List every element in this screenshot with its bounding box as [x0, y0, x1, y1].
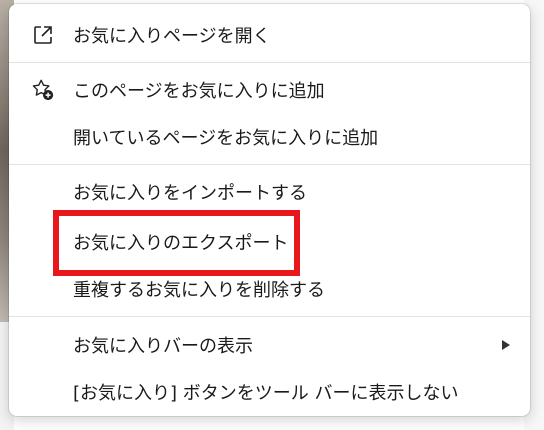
favorites-context-menu: お気に入りページを開く このページをお気に入りに追加 開いているページをお気に入… — [9, 4, 530, 416]
menu-separator — [9, 62, 530, 63]
menu-item-label: お気に入りバーの表示 — [73, 336, 253, 357]
menu-item-import-favorites[interactable]: お気に入りをインポートする — [9, 169, 530, 215]
star-add-icon — [31, 78, 55, 102]
menu-item-label: お気に入りページを開く — [73, 26, 271, 47]
menu-item-label: このページをお気に入りに追加 — [73, 81, 325, 102]
menu-item-hide-favorites-button[interactable]: [お気に入り] ボタンをツール バーに表示しない — [9, 369, 530, 415]
menu-item-show-favorites-bar[interactable]: お気に入りバーの表示 — [9, 322, 530, 368]
menu-item-add-this-page[interactable]: このページをお気に入りに追加 — [9, 67, 530, 113]
menu-item-label: [お気に入り] ボタンをツール バーに表示しない — [73, 383, 459, 404]
menu-separator — [9, 164, 530, 165]
menu-item-label: お気に入りをインポートする — [73, 183, 307, 204]
open-external-icon — [31, 23, 55, 47]
submenu-arrow-icon — [502, 340, 510, 350]
menu-item-add-open-pages[interactable]: 開いているページをお気に入りに追加 — [9, 114, 530, 160]
menu-separator — [9, 316, 530, 317]
menu-item-open-favorites-page[interactable]: お気に入りページを開く — [9, 12, 530, 58]
menu-item-label: 重複するお気に入りを削除する — [73, 280, 325, 301]
menu-item-label: 開いているページをお気に入りに追加 — [73, 128, 379, 149]
highlight-box — [53, 210, 300, 276]
